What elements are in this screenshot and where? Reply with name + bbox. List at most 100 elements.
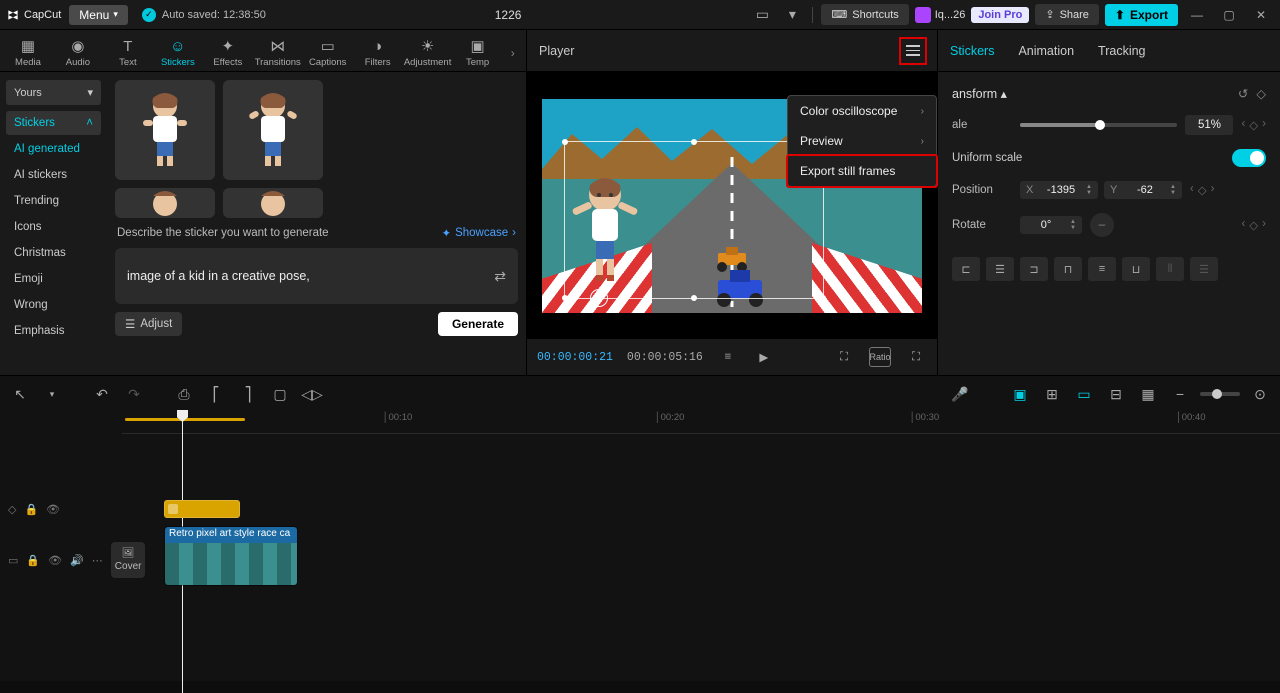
category-stickers[interactable]: Stickers˄ [6,111,101,135]
share-button[interactable]: ⇪Share [1035,4,1099,25]
track-controls-sticker[interactable]: ◇ 🔒 👁 [0,494,122,524]
video-clip[interactable]: Retro pixel art style race ca [164,526,298,586]
position-x-input[interactable]: X-1395▲▼ [1020,181,1098,199]
kf-prev-icon[interactable]: ‹ [1241,218,1245,232]
tool-media[interactable]: ▦Media [4,35,52,70]
tool-stickers[interactable]: ☺Stickers [154,35,202,70]
account-chip[interactable]: Iq...26 [915,7,966,23]
ratio-button[interactable]: Ratio [869,347,891,367]
preview-icon[interactable]: ⊟ [1104,382,1128,406]
track-settings-icon[interactable]: ▦ [1136,382,1160,406]
category-wrong[interactable]: Wrong [6,293,101,317]
align-vcenter-icon[interactable]: ≡ [1088,257,1116,281]
category-ai-stickers[interactable]: AI stickers [6,163,101,187]
align-right-icon[interactable]: ⊐ [1020,257,1048,281]
layout-icon[interactable]: ▭ [750,3,774,27]
menu-preview[interactable]: Preview› [788,126,936,156]
mic-icon[interactable]: 🎤 [948,382,972,406]
more-icon[interactable]: ⋯ [92,554,103,567]
category-ai-generated[interactable]: AI generated [6,137,101,161]
scan-icon[interactable]: ⛶ [833,347,855,367]
sticker-clip[interactable] [164,500,240,518]
category-trending[interactable]: Trending [6,189,101,213]
redo-button[interactable]: ↷ [122,382,146,406]
magnet-on-icon[interactable]: ▣ [1008,382,1032,406]
play-button[interactable]: ▶ [753,347,775,367]
tool-adjustment[interactable]: ☀Adjustment [404,35,452,70]
tab-animation[interactable]: Animation [1018,44,1074,58]
shuffle-icon[interactable]: ⇄ [494,268,506,285]
sticker-track[interactable] [122,500,1280,522]
mute-icon[interactable]: 🔊 [70,554,84,567]
kf-next-icon[interactable]: › [1211,183,1215,197]
snap-icon[interactable]: ▭ [1072,382,1096,406]
align-bottom-icon[interactable]: ⊔ [1122,257,1150,281]
fullscreen-icon[interactable]: ⛶ [905,347,927,367]
kf-prev-icon[interactable]: ‹ [1190,183,1194,197]
category-emphasis[interactable]: Emphasis [6,319,101,343]
tool-text[interactable]: TText [104,35,152,70]
tab-tracking[interactable]: Tracking [1098,44,1145,58]
prompt-input[interactable] [127,269,494,283]
shortcuts-button[interactable]: ⌨Shortcuts [821,4,908,25]
zoom-out-icon[interactable]: − [1168,382,1192,406]
eye-icon[interactable]: 👁 [48,554,62,567]
rotate-dial[interactable]: – [1090,213,1114,237]
kf-add-icon[interactable]: ◇ [1249,218,1258,232]
tool-transitions[interactable]: ⋈Transitions [254,35,302,70]
lock-icon[interactable]: 🔒 [24,503,38,516]
category-dropdown[interactable]: Yours▾ [6,80,101,105]
sticker-thumbnail[interactable] [223,80,323,180]
adjust-button[interactable]: ☰Adjust [115,312,182,336]
player-menu-button[interactable] [899,37,927,65]
tool-more[interactable]: › [504,46,522,60]
showcase-link[interactable]: ✦Showcase› [441,226,516,240]
tool-effects[interactable]: ✦Effects [204,35,252,70]
position-y-input[interactable]: Y-62▲▼ [1104,181,1182,199]
menu-color-oscilloscope[interactable]: Color oscilloscope› [788,96,936,126]
link-icon[interactable]: ⊞ [1040,382,1064,406]
reset-icon[interactable]: ↺ [1238,86,1248,101]
delete-tool[interactable]: ▢ [268,382,292,406]
kf-prev-icon[interactable]: ‹ [1241,118,1245,132]
menu-export-still-frames[interactable]: Export still frames [786,154,938,188]
video-track[interactable]: Retro pixel art style race ca [122,526,1280,590]
tool-audio[interactable]: ◉Audio [54,35,102,70]
category-emoji[interactable]: Emoji [6,267,101,291]
category-icons[interactable]: Icons [6,215,101,239]
close-button[interactable]: ✕ [1248,8,1274,22]
rotate-handle-icon[interactable]: ⟲ [590,289,608,307]
trim-left-tool[interactable]: ⎡ [204,382,228,406]
tool-templates[interactable]: ▣Temp [454,35,502,70]
eye-icon[interactable]: 👁 [46,503,60,516]
export-button[interactable]: ⬆Export [1105,4,1178,26]
lock-icon[interactable]: 🔒 [26,554,40,567]
align-left-icon[interactable]: ⊏ [952,257,980,281]
join-pro-button[interactable]: Join Pro [971,7,1029,23]
minimize-button[interactable]: — [1184,8,1210,22]
category-christmas[interactable]: Christmas [6,241,101,265]
mirror-tool[interactable]: ◁▷ [300,382,324,406]
chevron-down-icon[interactable]: ▾ [780,3,804,27]
sticker-thumbnail[interactable] [115,80,215,180]
menu-button[interactable]: Menu [69,5,128,25]
timeline-ruler[interactable]: │00:10 │00:20 │00:30 │00:40 [122,412,1280,434]
kf-next-icon[interactable]: › [1262,218,1266,232]
keyframe-icon[interactable]: ◇ [1256,86,1266,101]
align-hcenter-icon[interactable]: ☰ [986,257,1014,281]
kf-add-icon[interactable]: ◇ [1198,183,1207,197]
list-icon[interactable]: ≡ [717,347,739,367]
track-controls-video[interactable]: ▭ 🔒 👁 🔊 ⋯ 🖼Cover [0,524,122,596]
tool-filters[interactable]: ◑Filters [354,35,402,70]
diamond-icon[interactable]: ◇ [8,503,16,516]
split-tool[interactable]: ⎙ [172,382,196,406]
tool-captions[interactable]: ▭Captions [304,35,352,70]
uniform-scale-toggle[interactable] [1232,149,1266,167]
trim-right-tool[interactable]: ⎤ [236,382,260,406]
sticker-thumbnail[interactable] [223,188,323,218]
tab-stickers[interactable]: Stickers [950,44,994,58]
kf-next-icon[interactable]: › [1262,118,1266,132]
maximize-button[interactable]: ▢ [1216,8,1242,22]
pointer-tool[interactable]: ↖ [8,382,32,406]
film-icon[interactable]: ▭ [8,554,18,567]
